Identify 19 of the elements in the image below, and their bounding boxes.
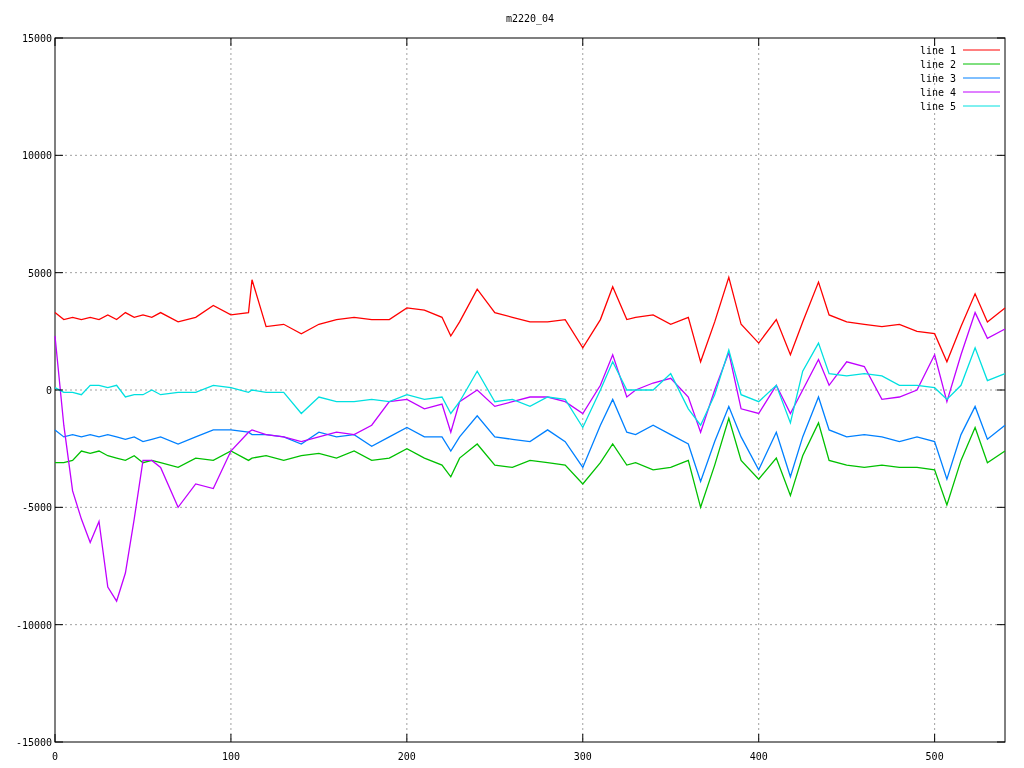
axis-tick-label: 100 [221,751,240,762]
axis-tick-label: 200 [397,751,416,762]
axis-tick-label: 300 [573,751,592,762]
axis-tick-label: -10000 [15,619,52,631]
axis-tick-label: 10000 [21,150,52,162]
legend-label: line 5 [919,101,956,112]
axis-tick-label: 15000 [21,33,52,44]
legend-label: line 2 [919,59,956,70]
axis-tick-label: -5000 [21,502,52,514]
chart-title: m2220_04 [505,13,555,24]
legend-label: line 4 [919,87,956,98]
legend-label: line 3 [919,73,956,84]
axis-tick-label: 5000 [27,267,52,279]
axis-tick-label: 500 [925,751,944,762]
axis-tick-label: 0 [45,385,52,396]
axis-tick-label: 0 [52,751,58,762]
legend-label: line 1 [919,45,956,56]
axis-tick-label: 400 [749,751,768,762]
axis-tick-label: -15000 [15,737,52,748]
